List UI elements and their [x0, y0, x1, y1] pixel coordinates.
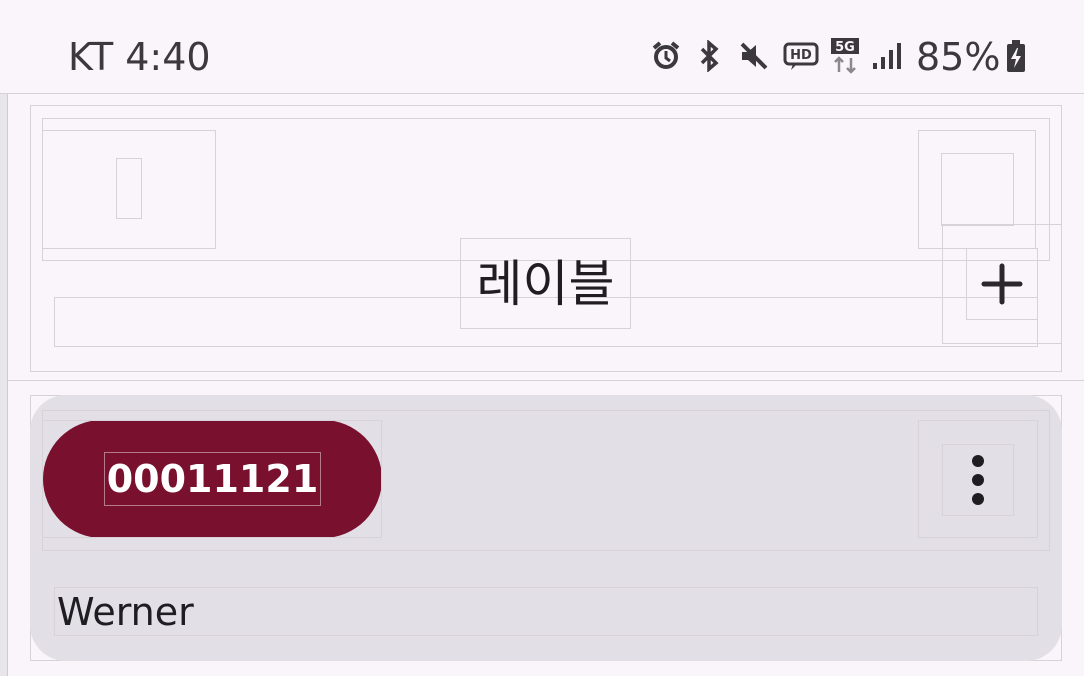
- toolbar-action-placeholder: [941, 153, 1014, 226]
- svg-text:HD: HD: [790, 48, 812, 63]
- bluetooth-icon: [694, 38, 726, 74]
- label-name-field: Werner: [54, 587, 1038, 636]
- hd-voice-icon: HD: [782, 38, 820, 74]
- mute-icon: [736, 38, 772, 74]
- label-name-text: Werner: [57, 589, 194, 634]
- header-divider: [8, 380, 1084, 381]
- svg-text:5G: 5G: [835, 40, 855, 55]
- page-title: 레이블: [460, 238, 631, 329]
- signal-icon: [870, 40, 904, 72]
- more-vertical-icon: [972, 455, 984, 505]
- battery-percent: 85%: [916, 35, 1001, 79]
- more-options-button[interactable]: [942, 444, 1014, 516]
- alarm-icon: [648, 38, 684, 74]
- label-id-chip[interactable]: 00011121: [43, 420, 382, 538]
- label-id-text: 00011121: [103, 452, 322, 506]
- status-carrier-time: KT 4:40: [68, 35, 211, 79]
- 5g-icon: 5G: [830, 36, 860, 76]
- add-label-button[interactable]: [966, 248, 1038, 320]
- left-edge-panel: [0, 0, 8, 676]
- battery-charging-icon: [1004, 38, 1028, 74]
- plus-icon: [981, 263, 1023, 305]
- back-button-placeholder: [116, 158, 142, 219]
